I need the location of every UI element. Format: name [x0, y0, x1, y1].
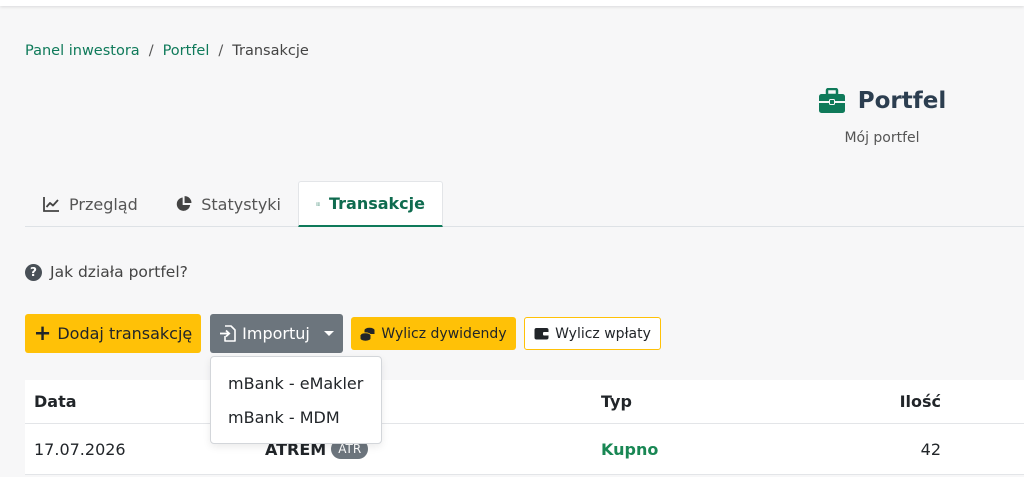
cell-quantity: 42: [920, 439, 941, 459]
help-label: Jak działa portfel?: [50, 263, 188, 281]
tab-transakcje[interactable]: Transakcje: [298, 181, 443, 227]
column-header-type[interactable]: Typ: [601, 380, 632, 423]
wallet-icon: [534, 328, 550, 340]
column-header-date[interactable]: Data: [34, 380, 77, 423]
menu-item-mbank-emakler[interactable]: mBank - eMakler: [211, 366, 381, 400]
breadcrumb-separator: /: [218, 43, 224, 59]
list-icon: [316, 202, 320, 205]
tab-label: Przegląd: [69, 194, 138, 214]
breadcrumb-separator: /: [148, 43, 154, 59]
menu-item-mbank-mdm[interactable]: mBank - MDM: [211, 400, 381, 434]
plus-icon: +: [33, 321, 52, 345]
line-chart-icon: [43, 197, 59, 212]
table-header: Data Typ Ilość: [25, 380, 1024, 424]
page-title: Portfel: [857, 88, 947, 114]
add-transaction-button[interactable]: + Dodaj transakcję: [25, 314, 201, 353]
tab-przeglad[interactable]: Przegląd: [25, 181, 158, 227]
top-bar: [0, 0, 1024, 6]
transactions-table: Data Typ Ilość 17.07.2026 ATREM ATR Kupn…: [25, 380, 1024, 475]
breadcrumb: Panel inwestora / Portfel / Transakcje: [25, 43, 309, 59]
breadcrumb-link-portfel[interactable]: Portfel: [163, 43, 210, 59]
help-link[interactable]: ? Jak działa portfel?: [25, 263, 188, 281]
import-dropdown-menu: mBank - eMakler mBank - MDM: [210, 356, 382, 444]
calculate-dividends-button[interactable]: Wylicz dywidendy: [351, 317, 516, 350]
question-circle-icon: ?: [25, 263, 42, 281]
calculate-deposits-label: Wylicz wpłaty: [555, 325, 651, 342]
breadcrumb-link-panel[interactable]: Panel inwestora: [25, 43, 140, 59]
pie-chart-icon: [176, 196, 192, 211]
coins-icon: [360, 327, 375, 341]
page-subtitle: Mój portfel: [844, 130, 920, 146]
calculate-dividends-label: Wylicz dywidendy: [381, 325, 507, 342]
tab-label: Statystyki: [201, 194, 281, 214]
tab-bar: Przegląd Statystyki Transakcje: [25, 181, 1024, 227]
table-row[interactable]: 17.07.2026 ATREM ATR Kupno 42: [25, 424, 1024, 475]
add-transaction-label: Dodaj transakcję: [57, 324, 193, 343]
page-header: Portfel Mój portfel: [790, 88, 974, 146]
caret-down-icon: [323, 331, 334, 336]
tab-statystyki[interactable]: Statystyki: [158, 181, 298, 227]
breadcrumb-current: Transakcje: [232, 43, 309, 59]
cell-type: Kupno: [601, 439, 659, 459]
title-row: Portfel: [790, 88, 974, 114]
import-label: Importuj: [242, 324, 310, 343]
column-header-quantity[interactable]: Ilość: [900, 380, 941, 423]
tab-label: Transakcje: [328, 194, 425, 213]
import-icon: [220, 325, 236, 342]
calculate-deposits-button[interactable]: Wylicz wpłaty: [524, 317, 661, 350]
cell-date: 17.07.2026: [34, 439, 126, 459]
briefcase-icon: [818, 88, 845, 113]
import-dropdown-button[interactable]: Importuj: [210, 314, 343, 353]
